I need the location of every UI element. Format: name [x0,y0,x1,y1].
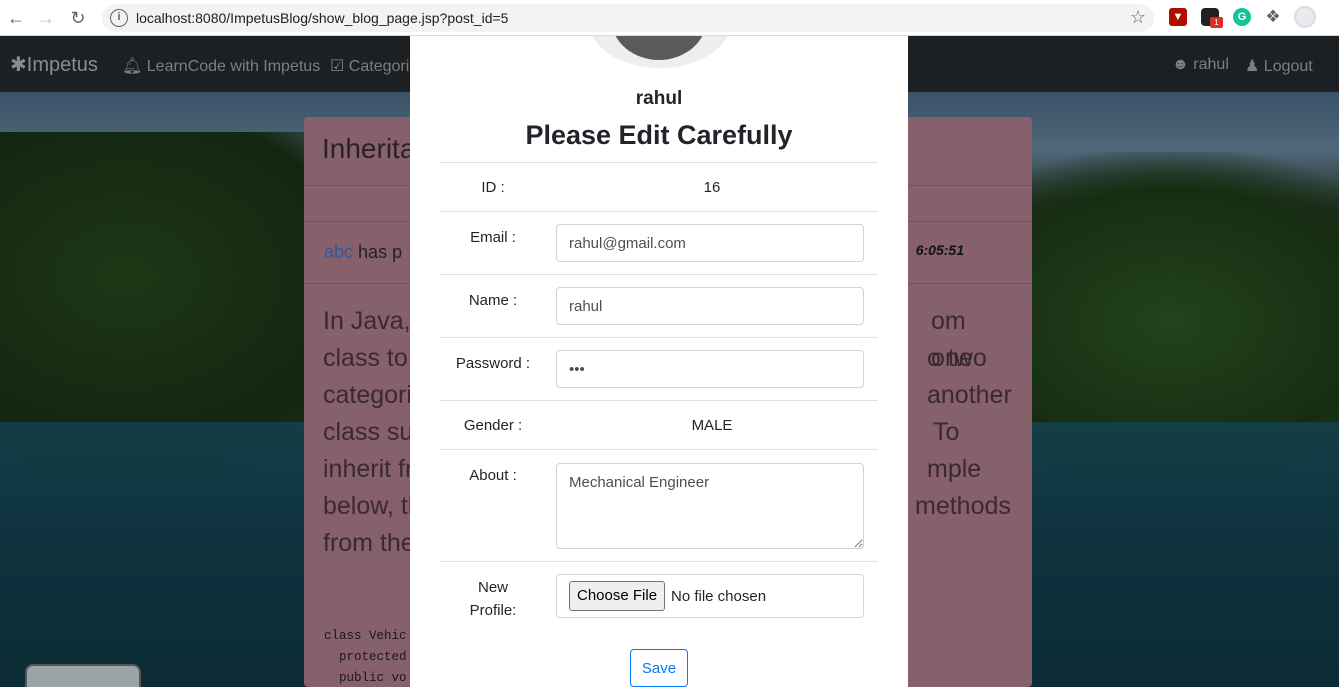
name-label: Name : [468,292,518,309]
code-line: protected [324,650,407,664]
site-info-icon[interactable]: i [110,9,128,27]
brand-link[interactable]: ✱Impetus [10,52,98,77]
new-profile-label-line: New [477,579,508,596]
bookmark-star-icon[interactable]: ☆ [1130,7,1146,28]
about-textarea[interactable]: Mechanical Engineer [556,462,864,549]
body-line: categori [323,381,412,409]
nav-learncode-label: LearnCode with Impetus [146,58,321,75]
nav-user-link[interactable]: ☻ rahul [1172,56,1229,74]
edit-profile-table: ID : 16 Email : Name : Password : Gender… [440,162,878,630]
email-label: Email : [470,229,516,246]
choose-file-button[interactable]: Choose File [569,580,666,611]
code-block: class Vehic protected public vo [324,626,407,687]
grammarly-extension-icon[interactable]: G [1233,8,1251,26]
chat-widget-thumbnail[interactable] [25,664,141,687]
post-date: 6:05:51 [915,242,964,258]
forward-icon[interactable]: → [34,6,58,30]
brand-label: Impetus [26,54,98,76]
body-line: another [927,381,1012,409]
body-line: from the [323,529,415,557]
password-label: Password : [455,355,531,372]
modal-user-name: rahul [635,88,683,109]
email-field[interactable] [556,224,864,262]
new-profile-label: New Profile: [440,562,546,630]
extension-badge: 1 [1210,17,1223,28]
id-value: 16 [703,178,721,196]
new-profile-label-line: Profile: [469,602,517,619]
user-circle-icon: ☻ [1172,56,1189,73]
check-square-icon: ☑ [330,58,345,75]
back-icon[interactable]: ← [4,6,28,30]
bell-icon: 🔔︎ [122,58,143,75]
body-line: methods [915,492,1011,520]
blog-post-title: Inherita [322,133,416,164]
nav-logout-link[interactable]: ♟ Logout [1245,56,1313,76]
name-field[interactable] [556,287,864,325]
file-status-text: No file chosen [671,587,767,605]
id-label: ID : [481,178,505,196]
body-line: inherit fr [323,455,414,483]
modal-heading: Please Edit Carefully [525,120,793,150]
author-link[interactable]: abc [324,242,353,262]
profile-picture [611,36,707,60]
gender-label: Gender : [463,416,523,434]
nav-categories-link[interactable]: ☑ Categori [330,56,409,76]
nav-learncode-link[interactable]: 🔔︎ LearnCode with Impetus [122,56,320,76]
body-line: In Java, i [323,307,424,335]
table-row: ID : 16 [440,162,878,212]
url-text[interactable]: localhost:8080/ImpetusBlog/show_blog_pag… [136,10,508,26]
pdf-extension-icon[interactable]: ▼ [1169,8,1187,26]
table-row: Gender : MALE [440,400,878,450]
password-field[interactable] [556,350,864,388]
gender-value: MALE [691,416,733,434]
table-row: Name : [440,274,878,338]
table-row: About : Mechanical Engineer [440,449,878,562]
about-label: About : [469,467,517,484]
nav-logout-label: Logout [1263,58,1313,75]
save-button[interactable]: Save [630,649,688,687]
body-line: o two [927,344,987,372]
profile-picture-frame [589,36,731,68]
profile-file-input[interactable]: Choose File No file chosen [556,573,864,618]
edit-profile-modal: rahul Please Edit Carefully ID : 16 Emai… [410,36,908,687]
extensions-puzzle-icon[interactable]: ❖ [1264,8,1282,26]
user-minus-icon: ♟ [1245,58,1260,75]
profile-avatar-icon[interactable] [1294,6,1316,28]
body-line: To [933,418,960,446]
code-line: public vo [324,671,407,685]
browser-toolbar: ← → ↻ i localhost:8080/ImpetusBlog/show_… [0,0,1339,36]
asterisk-icon: ✱ [10,54,27,76]
reload-icon[interactable]: ↻ [66,6,90,30]
nav-user-label: rahul [1193,56,1229,73]
body-line: below, th [323,492,422,520]
post-meta: abc has p [324,242,402,263]
body-line: mple [927,455,982,483]
table-row: New Profile: Choose File No file chosen [440,561,878,630]
table-row: Email : [440,211,878,275]
code-line: class Vehic [324,629,407,643]
table-row: Password : [440,337,878,401]
address-bar[interactable]: i localhost:8080/ImpetusBlog/show_blog_p… [102,4,1154,32]
posted-text: has p [358,242,403,262]
nav-categories-label: Categori [348,58,410,75]
